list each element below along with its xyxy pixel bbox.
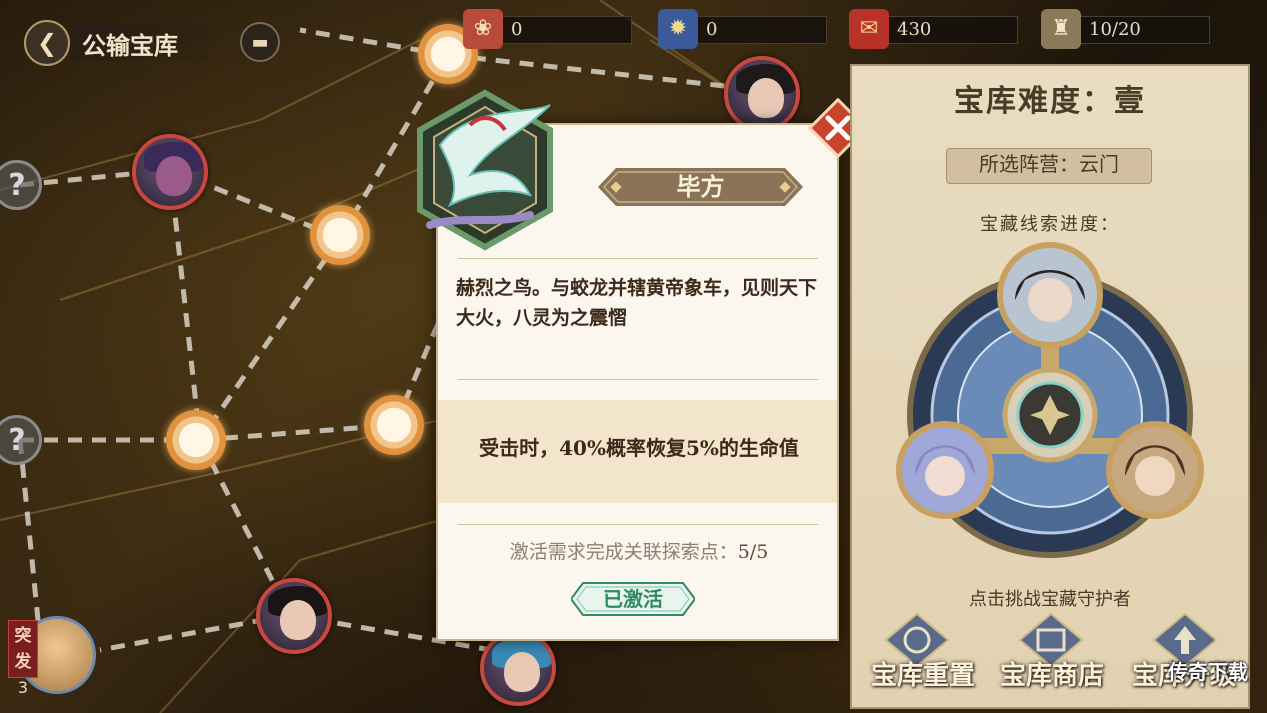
page-title: 公输宝库 (82, 31, 178, 60)
back-button[interactable]: ❮ (24, 20, 70, 66)
resource-gourd: ♜ 10/20 (1041, 9, 1210, 49)
divider (458, 258, 818, 259)
fan-icon: ❀ (463, 9, 503, 49)
explore-node[interactable] (310, 205, 370, 265)
selected-camp: 所选阵营：云门 (979, 152, 1119, 176)
vault-reset-button[interactable]: 宝库重置 (863, 655, 983, 692)
divider (458, 524, 818, 525)
resource-fan: ❀ 0 (463, 9, 632, 49)
resource-token: ✉ 430 (849, 9, 1018, 49)
status-label: 已激活 (603, 587, 663, 611)
requirement-value: 5/5 (737, 541, 769, 563)
vault-shop-button[interactable]: 宝库商店 (992, 655, 1112, 692)
resource-orb-value: 0 (706, 19, 718, 40)
spirit-orb-icon: ✹ (658, 9, 698, 49)
explore-node[interactable] (364, 395, 424, 455)
resource-orb: ✹ 0 (658, 9, 827, 49)
resource-fan-value: 0 (511, 19, 523, 40)
guardian-node[interactable] (480, 630, 556, 706)
raid-count: 3 (17, 678, 29, 697)
resource-token-value: 430 (897, 19, 932, 40)
chat-button[interactable]: ▬ (240, 22, 280, 62)
relic-name: 毕方 (676, 172, 725, 201)
activation-requirement: 激活需求完成关联探索点：5/5 (444, 537, 834, 564)
clue-progress-wheel[interactable] (895, 240, 1205, 560)
challenge-hint: 点击挑战宝藏守护者 (969, 589, 1131, 610)
guardian-node[interactable] (724, 56, 800, 132)
scroll-token-icon: ✉ (849, 9, 889, 49)
raid-tag: 突发 (8, 620, 38, 678)
guardian-node[interactable] (132, 134, 208, 210)
guardian-node[interactable] (256, 578, 332, 654)
gourd-icon: ♜ (1041, 9, 1081, 49)
guardian-portrait[interactable] (1106, 421, 1204, 519)
crane-emblem-icon (417, 89, 553, 251)
guardian-portrait[interactable] (997, 242, 1103, 348)
relic-effect: 受击时，40%概率恢复5%的生命值 (479, 436, 799, 460)
clue-progress-label: 宝藏线索进度： (980, 214, 1120, 235)
explore-node[interactable] (166, 410, 226, 470)
chat-icon: ▬ (251, 31, 269, 53)
divider (458, 379, 818, 380)
watermark: 传奇下载 (1168, 660, 1248, 684)
resource-gourd-value: 10/20 (1089, 19, 1141, 40)
back-arrow-icon: ❮ (36, 29, 58, 57)
guardian-portrait[interactable] (896, 421, 994, 519)
vault-difficulty-title: 宝库难度：壹 (954, 84, 1146, 119)
requirement-label: 激活需求完成关联探索点： (509, 541, 738, 563)
relic-description: 赫烈之鸟。与蛟龙并辖黄帝象车，见则天下大火，八灵为之震慴 (456, 277, 818, 329)
